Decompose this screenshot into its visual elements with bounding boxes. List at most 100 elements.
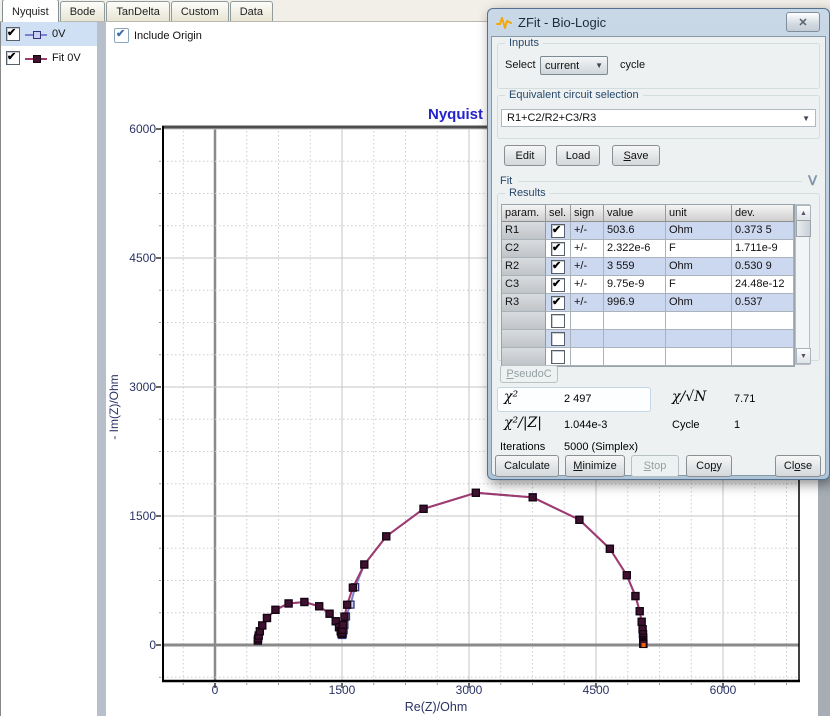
series-visibility-checkbox[interactable]: ✔ bbox=[6, 27, 20, 41]
calculate-button[interactable]: Calculate bbox=[495, 455, 559, 477]
close-button[interactable]: ✕ bbox=[786, 12, 820, 32]
check-icon: ✔ bbox=[116, 27, 125, 40]
panel-splitter[interactable] bbox=[97, 22, 106, 716]
divider bbox=[518, 181, 802, 182]
table-row[interactable] bbox=[502, 348, 794, 366]
sign-cell bbox=[571, 312, 604, 330]
column-header-sign[interactable]: sign bbox=[571, 205, 604, 222]
zfit-app-icon bbox=[496, 15, 512, 30]
table-row[interactable] bbox=[502, 330, 794, 348]
chi-sqrtn-label: χ/√N bbox=[672, 389, 706, 405]
tab-bode[interactable]: Bode bbox=[60, 1, 106, 21]
svg-text:1500: 1500 bbox=[129, 509, 156, 523]
legend-item-fit-0v[interactable]: ✔Fit 0V bbox=[1, 46, 97, 70]
sign-cell: +/- bbox=[571, 222, 604, 240]
table-row[interactable] bbox=[502, 312, 794, 330]
pseudoc-button: PseudoC bbox=[500, 365, 558, 383]
param-select-checkbox[interactable]: ✔ bbox=[551, 278, 565, 292]
svg-text:3000: 3000 bbox=[129, 380, 156, 394]
chart-title: Nyquist bbox=[428, 106, 483, 123]
table-row[interactable]: R2✔+/-3 559Ohm0.530 9 bbox=[502, 258, 794, 276]
check-icon: ✔ bbox=[552, 277, 561, 290]
dev-cell bbox=[732, 330, 794, 348]
sel-cell bbox=[546, 348, 571, 366]
cycle-select[interactable]: current ▼ bbox=[540, 56, 608, 75]
scroll-down-button[interactable]: ▼ bbox=[796, 348, 811, 364]
unit-cell: Ohm bbox=[666, 294, 732, 312]
inputs-group: Inputs Select current ▼ cycle bbox=[497, 43, 820, 89]
check-icon: ✔ bbox=[552, 295, 561, 308]
table-row[interactable]: C2✔+/-2.322e-6F1.711e-9 bbox=[502, 240, 794, 258]
fit-section-header[interactable]: Fit ᐯ bbox=[500, 175, 817, 187]
series-visibility-checkbox[interactable]: ✔ bbox=[6, 51, 20, 65]
scroll-up-button[interactable]: ▲ bbox=[796, 205, 811, 221]
param-select-checkbox[interactable]: ✔ bbox=[551, 224, 565, 238]
table-row[interactable]: R1✔+/-503.6Ohm0.373 5 bbox=[502, 222, 794, 240]
column-header-value[interactable]: value bbox=[604, 205, 666, 222]
circuit-select[interactable]: R1+C2/R2+C3/R3 ▼ bbox=[501, 109, 816, 127]
tab-data[interactable]: Data bbox=[230, 1, 273, 21]
sign-cell: +/- bbox=[571, 294, 604, 312]
column-header-unit[interactable]: unit bbox=[666, 205, 732, 222]
param-select-checkbox[interactable] bbox=[551, 314, 565, 328]
param-select-checkbox[interactable]: ✔ bbox=[551, 296, 565, 310]
x-axis-title: Re(Z)/Ohm bbox=[405, 700, 468, 714]
legend-item-0v[interactable]: ✔0V bbox=[1, 22, 97, 46]
unit-cell: Ohm bbox=[666, 222, 732, 240]
scroll-thumb[interactable] bbox=[796, 220, 811, 237]
unit-cell: F bbox=[666, 240, 732, 258]
column-header-param[interactable]: param. bbox=[502, 205, 546, 222]
results-table: param.sel.signvalueunitdev. R1✔+/-503.6O… bbox=[501, 204, 795, 367]
close-dialog-button[interactable]: Close bbox=[775, 455, 821, 477]
include-origin-checkbox[interactable]: ✔ bbox=[114, 28, 129, 43]
include-origin-option[interactable]: ✔ Include Origin bbox=[114, 28, 202, 43]
svg-text:1500: 1500 bbox=[329, 683, 356, 697]
check-icon: ✔ bbox=[552, 259, 561, 272]
circuit-group-label: Equivalent circuit selection bbox=[505, 89, 643, 101]
dialog-title: ZFit - Bio-Logic bbox=[518, 15, 606, 30]
param-cell bbox=[502, 330, 546, 348]
chevron-down-icon[interactable]: ᐯ bbox=[808, 177, 817, 185]
svg-text:3000: 3000 bbox=[456, 683, 483, 697]
value-cell: 996.9 bbox=[604, 294, 666, 312]
param-select-checkbox[interactable]: ✔ bbox=[551, 242, 565, 256]
iterations-label: Iterations bbox=[500, 441, 545, 453]
iterations-value: 5000 (Simplex) bbox=[564, 441, 638, 453]
param-select-checkbox[interactable]: ✔ bbox=[551, 260, 565, 274]
sel-cell bbox=[546, 312, 571, 330]
param-select-checkbox[interactable] bbox=[551, 332, 565, 346]
param-cell: R3 bbox=[502, 294, 546, 312]
table-row[interactable]: C3✔+/-9.75e-9F24.48e-12 bbox=[502, 276, 794, 294]
unit-cell: F bbox=[666, 276, 732, 294]
select-label: Select bbox=[505, 59, 536, 71]
check-icon: ✔ bbox=[7, 50, 16, 63]
param-cell: C3 bbox=[502, 276, 546, 294]
dev-cell: 24.48e-12 bbox=[732, 276, 794, 294]
results-scrollbar[interactable]: ▲ ▼ bbox=[795, 204, 810, 365]
application-window: NyquistBodeTanDeltaCustomData ✔0V✔Fit 0V… bbox=[0, 0, 830, 716]
chi2-value: 2 497 bbox=[564, 393, 592, 405]
save-button[interactable]: Save bbox=[612, 145, 660, 166]
sel-cell: ✔ bbox=[546, 294, 571, 312]
svg-text:6000: 6000 bbox=[129, 122, 156, 136]
load-button[interactable]: Load bbox=[556, 145, 600, 166]
value-cell bbox=[604, 312, 666, 330]
minimize-fit-button[interactable]: Minimize bbox=[565, 455, 625, 477]
edit-button[interactable]: Edit bbox=[504, 145, 546, 166]
copy-button[interactable]: Copy bbox=[686, 455, 732, 477]
column-header-dev[interactable]: dev. bbox=[732, 205, 794, 222]
tab-nyquist[interactable]: Nyquist bbox=[2, 0, 59, 22]
sign-cell bbox=[571, 348, 604, 366]
param-cell bbox=[502, 348, 546, 366]
series-0v bbox=[254, 489, 647, 647]
value-cell: 3 559 bbox=[604, 258, 666, 276]
svg-text:0: 0 bbox=[212, 683, 219, 697]
dialog-titlebar[interactable]: ZFit - Bio-Logic ✕ bbox=[488, 9, 829, 35]
tab-custom[interactable]: Custom bbox=[171, 1, 229, 21]
table-row[interactable]: R3✔+/-996.9Ohm0.537 bbox=[502, 294, 794, 312]
value-cell: 9.75e-9 bbox=[604, 276, 666, 294]
param-select-checkbox[interactable] bbox=[551, 350, 565, 364]
column-header-sel[interactable]: sel. bbox=[546, 205, 571, 222]
param-cell bbox=[502, 312, 546, 330]
tab-tandelta[interactable]: TanDelta bbox=[106, 1, 169, 21]
